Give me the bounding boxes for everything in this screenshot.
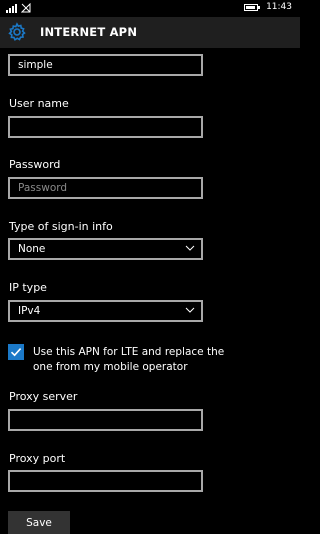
proxy-port-label: Proxy port bbox=[9, 452, 66, 465]
save-button[interactable]: Save bbox=[8, 511, 70, 534]
checkmark-icon bbox=[10, 348, 22, 357]
app-header: INTERNET APN bbox=[0, 17, 300, 48]
signal-icon bbox=[6, 4, 17, 13]
user-name-label: User name bbox=[9, 97, 69, 110]
lte-checkbox[interactable] bbox=[8, 344, 24, 360]
password-label: Password bbox=[9, 158, 61, 171]
no-signal-icon bbox=[21, 3, 31, 13]
chevron-down-icon bbox=[185, 245, 195, 251]
clock: 11:43 bbox=[266, 2, 292, 12]
ip-type-select[interactable]: IPv4 bbox=[8, 300, 203, 322]
lte-checkbox-label: Use this APN for LTE and replace the one… bbox=[33, 346, 225, 373]
sign-in-type-select[interactable]: None bbox=[8, 238, 203, 260]
user-name-field[interactable] bbox=[8, 116, 203, 138]
sign-in-type-value: None bbox=[18, 243, 46, 255]
chevron-down-icon bbox=[185, 307, 195, 313]
proxy-server-field[interactable] bbox=[8, 409, 203, 431]
page-title: INTERNET APN bbox=[40, 25, 138, 39]
battery-icon bbox=[244, 3, 261, 11]
gear-icon bbox=[8, 22, 26, 41]
ip-type-value: IPv4 bbox=[18, 305, 41, 317]
proxy-port-field[interactable] bbox=[8, 470, 203, 492]
ip-type-label: IP type bbox=[9, 281, 47, 294]
apn-field[interactable] bbox=[8, 54, 203, 76]
status-bar: 11:43 bbox=[0, 0, 300, 17]
password-field[interactable] bbox=[8, 177, 203, 199]
sign-in-type-label: Type of sign-in info bbox=[9, 220, 113, 233]
proxy-server-label: Proxy server bbox=[9, 390, 78, 403]
